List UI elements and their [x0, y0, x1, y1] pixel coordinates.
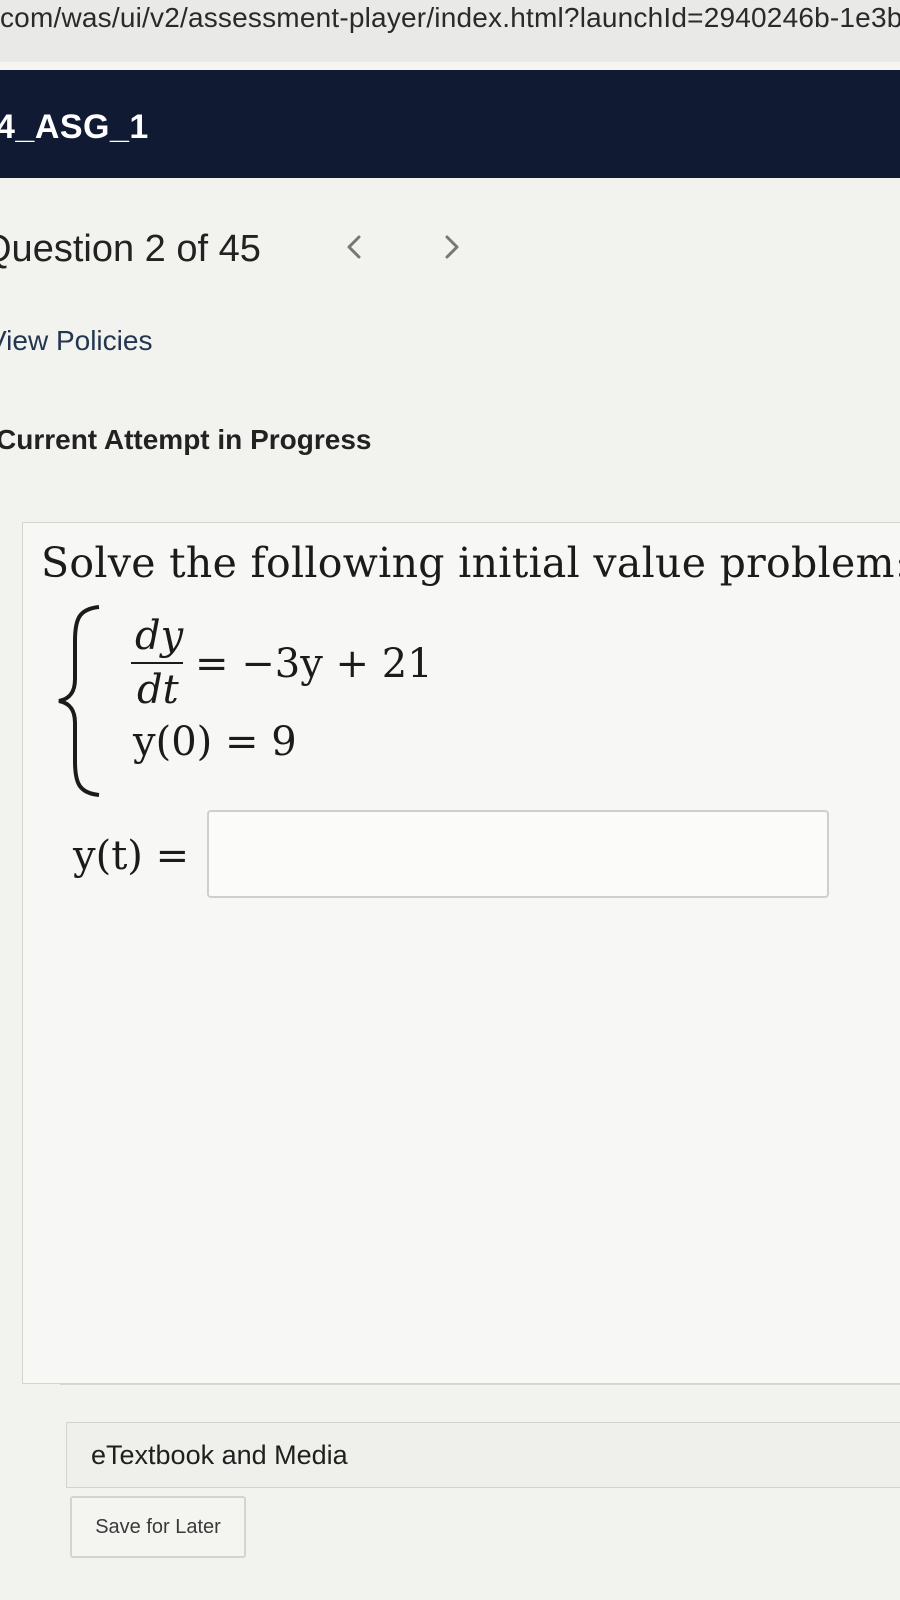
question-counter: Question 2 of 45: [0, 228, 261, 270]
save-for-later-label: Save for Later: [95, 1515, 221, 1538]
panel-divider: [60, 1384, 900, 1385]
answer-input[interactable]: [207, 810, 829, 898]
course-title: 4_ASG_1: [0, 108, 149, 146]
chevron-right-icon: [445, 235, 459, 259]
toolbar-gap: [0, 62, 900, 70]
fraction-bar: [131, 662, 183, 664]
initial-condition: y(0) = 9: [133, 719, 297, 765]
ivp-system: dy dt = −3y + 21 y(0) = 9: [51, 601, 451, 801]
chevron-left-icon: [347, 235, 361, 259]
etextbook-media-section[interactable]: eTextbook and Media: [66, 1422, 900, 1488]
derivative-denominator: dt: [137, 667, 179, 713]
answer-label: y(t) =: [73, 833, 190, 879]
url-text[interactable]: .com/was/ui/v2/assessment-player/index.h…: [0, 2, 900, 34]
attempt-status: Current Attempt in Progress: [0, 424, 372, 455]
left-brace: [58, 605, 100, 797]
previous-question-button[interactable]: [334, 222, 374, 272]
browser-address-bar[interactable]: .com/was/ui/v2/assessment-player/index.h…: [0, 0, 900, 63]
question-panel: Solve the following initial value proble…: [22, 522, 900, 1384]
course-header: 4_ASG_1: [0, 70, 900, 178]
question-prompt: Solve the following initial value proble…: [41, 539, 900, 587]
etextbook-label: eTextbook and Media: [91, 1439, 348, 1470]
derivative-numerator: dy: [135, 613, 184, 659]
equation-rhs: = −3y + 21: [195, 641, 433, 687]
save-for-later-button[interactable]: Save for Later: [70, 1496, 246, 1558]
view-policies-link[interactable]: View Policies: [0, 325, 152, 357]
next-question-button[interactable]: [432, 222, 472, 272]
question-navigation: Question 2 of 45: [0, 222, 900, 282]
